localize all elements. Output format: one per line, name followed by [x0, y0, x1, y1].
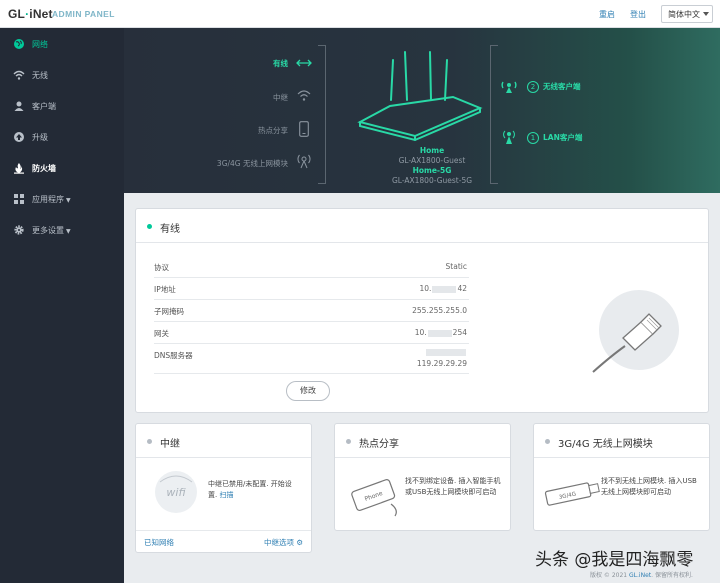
- modem-status-text: 找不到无线上网模块. 插入USB无线上网模块即可启动: [601, 477, 697, 496]
- firewall-icon: [14, 163, 24, 174]
- modify-button[interactable]: 修改: [286, 381, 330, 401]
- repeater-card-header: 中继: [136, 424, 311, 458]
- wireless-client-icon: [501, 81, 517, 93]
- sidebar-item-firewall[interactable]: 防火墙: [0, 158, 124, 178]
- modem-card-header: 3G/4G 无线上网模块: [534, 424, 709, 458]
- gear-icon: [14, 225, 24, 235]
- sidebar-item-upgrade[interactable]: 升级: [0, 127, 124, 147]
- connection-repeater-label[interactable]: 中继: [264, 92, 288, 103]
- sidebar-item-more-settings[interactable]: 更多设置 ▼: [0, 220, 124, 240]
- tethering-card-title: 热点分享: [359, 439, 399, 450]
- sidebar-item-label: 升级: [32, 133, 48, 142]
- wired-card-header: 有线: [136, 209, 708, 243]
- bracket-left: [318, 45, 326, 184]
- chevron-down-icon: [703, 12, 709, 16]
- copyright-footer: 版权 © 2021 GL.iNet. 保留所有权利.: [590, 572, 693, 579]
- phone-icon[interactable]: [299, 121, 309, 137]
- tethering-card: 热点分享 Phone 找不到绑定设备. 插入智能手机或USB无线上网模块即可启动: [334, 423, 511, 531]
- table-row: 子网掩码 255.255.255.0: [154, 300, 469, 322]
- scan-link[interactable]: 扫描: [219, 491, 233, 499]
- gear-icon: ⚙: [296, 538, 304, 547]
- sidebar-item-label: 客户端: [32, 102, 56, 111]
- phone-usb-illustration: Phone: [351, 479, 397, 517]
- wireless-clients[interactable]: 2 无线客户端: [527, 81, 581, 93]
- known-networks-link[interactable]: 已知网络: [144, 537, 174, 548]
- table-row: 网关 10. 254: [154, 322, 469, 344]
- globe-icon: [14, 39, 24, 49]
- upgrade-icon: [14, 132, 24, 142]
- sidebar-item-label: 防火墙: [32, 164, 56, 173]
- tethering-card-header: 热点分享: [335, 424, 510, 458]
- ssid-2g: Home: [419, 146, 445, 155]
- svg-text:wifi: wifi: [166, 486, 186, 499]
- admin-panel-label: ADMIN PANEL: [52, 9, 115, 19]
- sidebar-item-label: 网络: [32, 40, 48, 49]
- connection-tethering-label[interactable]: 热点分享: [224, 125, 288, 136]
- status-dot: [147, 224, 152, 229]
- redacted-block: [427, 329, 452, 337]
- guest-ssid-2g: GL-AX1800-Guest: [398, 156, 466, 165]
- usb-modem-illustration: 3G/4G: [544, 482, 600, 506]
- sidebar-item-applications[interactable]: 应用程序 ▼: [0, 189, 124, 209]
- modem-card-title: 3G/4G 无线上网模块: [558, 439, 653, 450]
- logo[interactable]: GL·iNet: [8, 7, 53, 21]
- table-row: DNS服务器 119.29.29.29: [154, 344, 469, 374]
- status-dot: [346, 439, 351, 444]
- status-dot: [545, 439, 550, 444]
- ethernet-arrows-icon[interactable]: [296, 58, 312, 68]
- wired-card: 有线 协议 Static IP地址 10. 42 子网掩码 255.255.255…: [135, 208, 709, 413]
- wifi-icon[interactable]: [297, 88, 311, 102]
- divider: [136, 530, 311, 531]
- sidebar: 网络 无线 客户端 升级 防火墙 应用程序 ▼ 更多设置 ▼: [0, 28, 124, 583]
- guest-ssid-5g: GL-AX1800-Guest-5G: [391, 176, 473, 185]
- sidebar-item-label: 更多设置 ▼: [32, 226, 71, 235]
- repeater-card: 中继 wifi 中继已禁用/未配置. 开始设置. 扫描 已知网络 中继选项 ⚙: [135, 423, 312, 553]
- user-icon: [14, 101, 24, 111]
- connection-modem-label[interactable]: 3G/4G 无线上网模块: [204, 158, 288, 169]
- modem-card: 3G/4G 无线上网模块 3G/4G 找不到无线上网模块. 插入USB无线上网模…: [533, 423, 710, 531]
- brand-link[interactable]: GL.iNet: [629, 572, 651, 579]
- sidebar-item-label: 无线: [32, 71, 48, 80]
- language-select[interactable]: 简体中文: [661, 5, 713, 23]
- repeater-status-text: 中继已禁用/未配置. 开始设置. 扫描: [208, 480, 292, 499]
- router-illustration: [357, 51, 483, 142]
- bracket-right: [490, 45, 498, 184]
- connection-wired-label[interactable]: 有线: [264, 58, 288, 69]
- ethernet-cable-illustration: [592, 290, 679, 373]
- network-topology-banner: 有线 中继 热点分享 3G/4G 无线上网模块 Home GL-AX1800-G…: [124, 28, 720, 193]
- reboot-link[interactable]: 重启: [599, 9, 615, 20]
- wifi-illustration: wifi: [155, 471, 197, 513]
- logout-link[interactable]: 登出: [630, 9, 646, 20]
- table-row: IP地址 10. 42: [154, 278, 469, 300]
- status-dot: [147, 439, 152, 444]
- tethering-status-text: 找不到绑定设备. 插入智能手机或USB无线上网模块即可启动: [405, 477, 501, 496]
- sidebar-item-label: 应用程序 ▼: [32, 195, 71, 204]
- table-row: 协议 Static: [154, 256, 469, 278]
- watermark: 头条 @我是四海飘零: [535, 550, 694, 570]
- redacted-block: [432, 285, 457, 293]
- repeater-card-title: 中继: [160, 439, 180, 450]
- repeater-options-link[interactable]: 中继选项 ⚙: [264, 537, 303, 548]
- lan-client-icon: [503, 130, 515, 144]
- antenna-icon[interactable]: [296, 153, 312, 169]
- wifi-icon: [13, 70, 25, 80]
- lan-clients[interactable]: 1 LAN客户端: [527, 132, 582, 144]
- ssid-5g: Home-5G: [412, 166, 452, 175]
- sidebar-item-wireless[interactable]: 无线: [0, 65, 124, 85]
- sidebar-item-clients[interactable]: 客户端: [0, 96, 124, 116]
- redacted-block: [426, 349, 466, 356]
- wired-card-title: 有线: [160, 224, 180, 235]
- language-value: 简体中文: [668, 10, 700, 19]
- sidebar-item-network[interactable]: 网络: [0, 34, 124, 54]
- top-bar: GL·iNet ADMIN PANEL 重启 登出 简体中文: [0, 0, 720, 28]
- apps-icon: [14, 194, 24, 204]
